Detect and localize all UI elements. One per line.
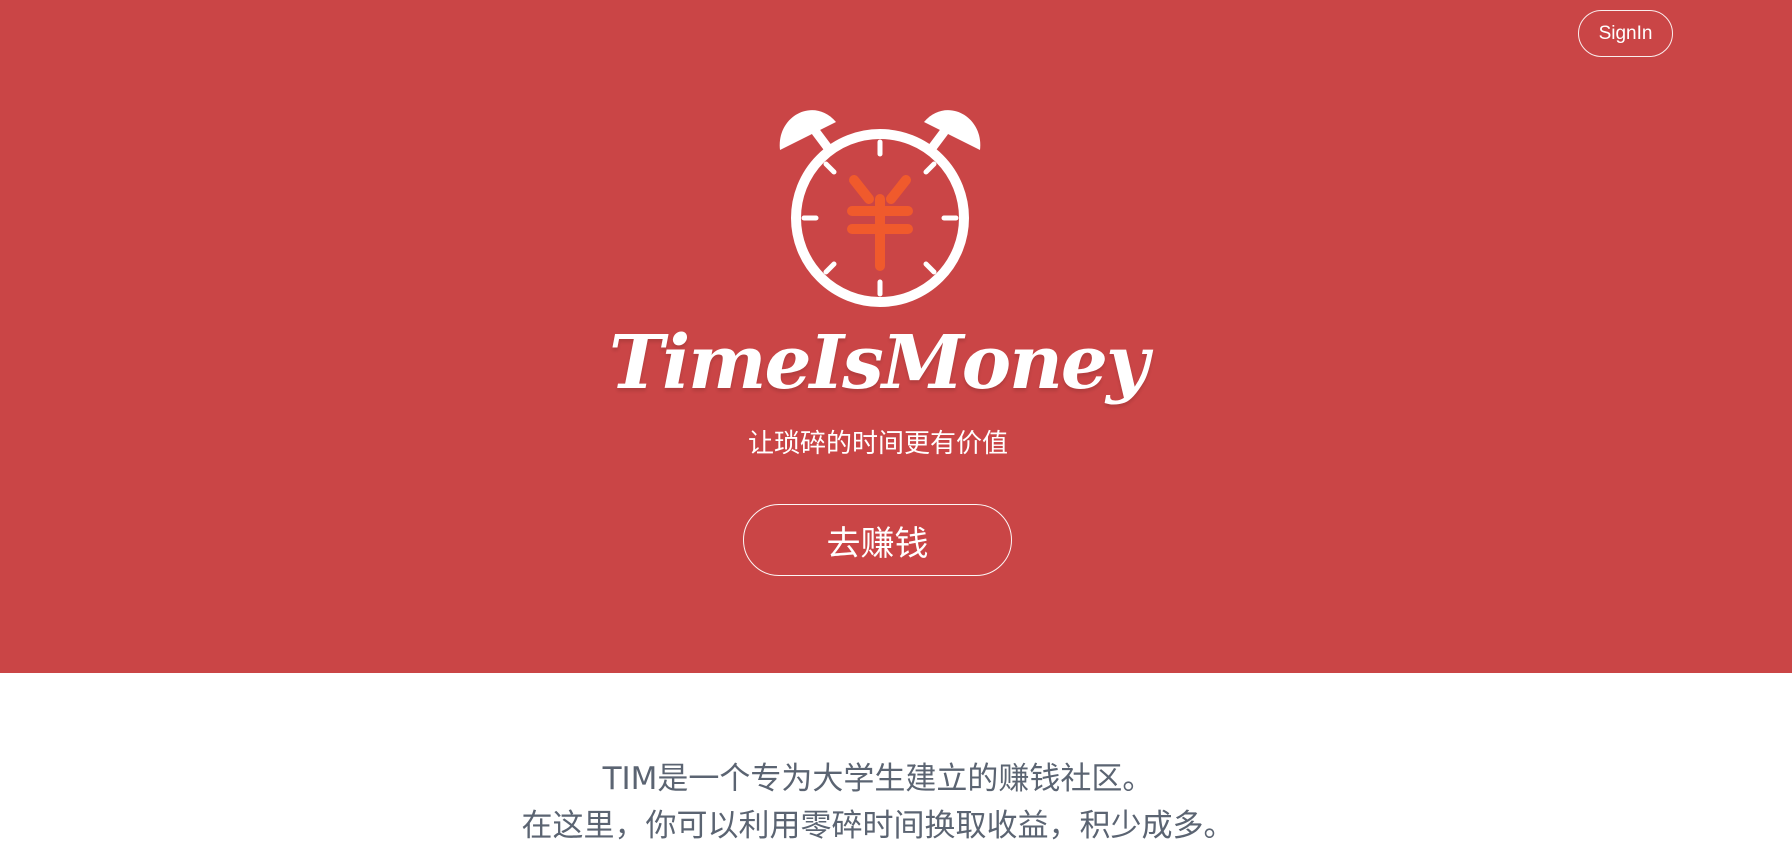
intro-section: TIM是一个专为大学生建立的赚钱社区。 在这里，你可以利用零碎时间换取收益，积少… (0, 756, 1756, 850)
brand-logo-text: TimeIsMoney (609, 320, 1149, 406)
hero-tagline: 让琐碎的时间更有价值 (747, 429, 1008, 459)
signin-button[interactable]: SignIn (1578, 10, 1673, 57)
alarm-clock-yuan-icon (779, 110, 981, 307)
intro-line-2: 在这里，你可以利用零碎时间换取收益，积少成多。 (521, 808, 1235, 844)
intro-line-1: TIM是一个专为大学生建立的赚钱社区。 (602, 761, 1154, 797)
earn-money-button[interactable]: 去赚钱 (743, 504, 1012, 576)
yuan-icon (847, 175, 913, 271)
hero-section: SignIn TimeIsMoney 让琐碎的时间更有价值 去赚钱 (0, 0, 1792, 673)
